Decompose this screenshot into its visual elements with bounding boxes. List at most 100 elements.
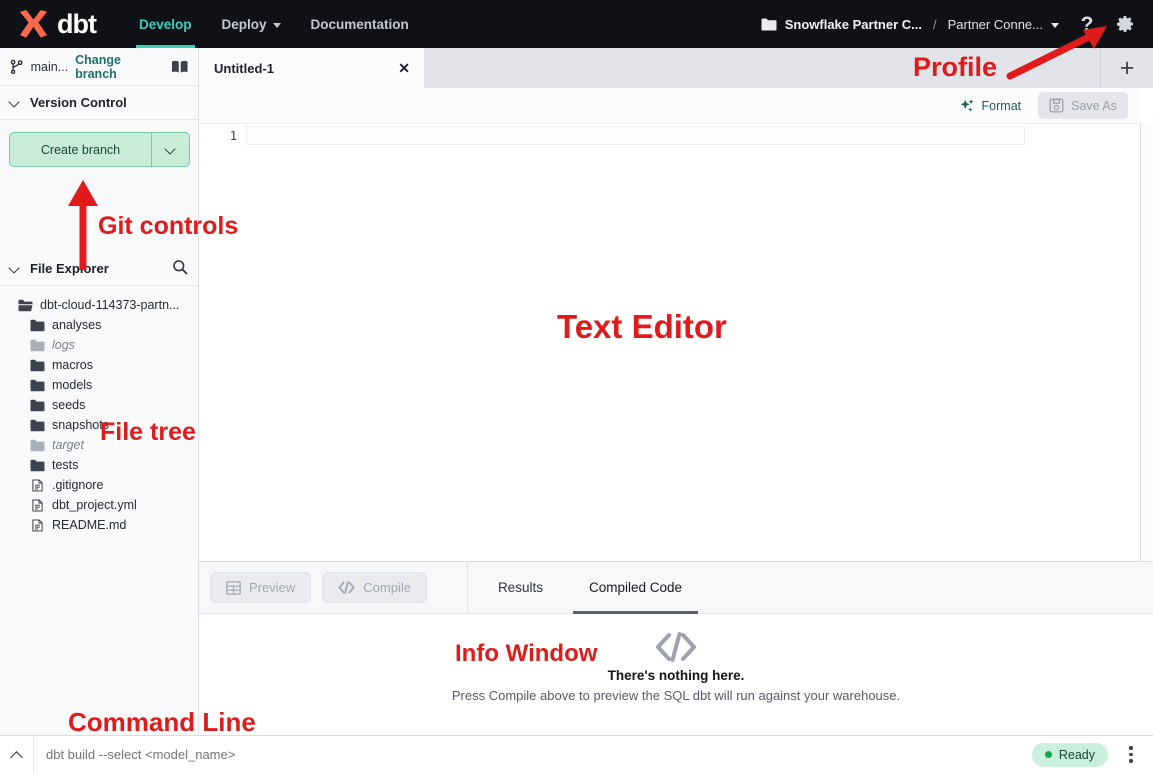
- close-icon[interactable]: ✕: [398, 61, 410, 75]
- code-brackets-icon: [654, 631, 698, 663]
- save-as-button[interactable]: Save As: [1038, 92, 1128, 119]
- project-selector[interactable]: Snowflake Partner C... / Partner Conne..…: [755, 17, 1065, 32]
- file-tree-item-label: models: [52, 378, 92, 392]
- folder-icon: [30, 379, 45, 392]
- folder-icon: [30, 459, 45, 472]
- help-button[interactable]: ?: [1071, 8, 1103, 40]
- command-bar-expand-button[interactable]: [0, 736, 34, 773]
- compile-button[interactable]: Compile: [322, 572, 427, 603]
- kebab-menu-icon: [1129, 746, 1133, 750]
- save-as-label: Save As: [1071, 99, 1117, 113]
- tab-untitled-1[interactable]: Untitled-1 ✕: [199, 48, 424, 88]
- file-tree-item[interactable]: tests: [0, 455, 198, 475]
- branch-name: main...: [31, 60, 69, 74]
- editor-line-content[interactable]: [246, 126, 1025, 145]
- tab-results[interactable]: Results: [482, 562, 559, 614]
- file-tree-item[interactable]: snapshots: [0, 415, 198, 435]
- chevron-down-icon: [10, 97, 21, 108]
- format-button[interactable]: Format: [948, 92, 1033, 119]
- folder-icon: [30, 439, 45, 452]
- book-icon[interactable]: [171, 60, 188, 74]
- file-tree-item[interactable]: README.md: [0, 515, 198, 535]
- file-tree-item-label: README.md: [52, 518, 126, 532]
- search-files-button[interactable]: [172, 259, 188, 278]
- floppy-disk-icon: [1049, 98, 1064, 113]
- file-tree-item[interactable]: analyses: [0, 315, 198, 335]
- file-tree-item[interactable]: macros: [0, 355, 198, 375]
- file-tree-item[interactable]: logs: [0, 335, 198, 355]
- results-panel-tabs: Results Compiled Code: [467, 562, 698, 614]
- table-icon: [226, 581, 241, 595]
- file-icon: [30, 519, 45, 532]
- editor-line[interactable]: 1: [199, 126, 1140, 145]
- file-tree-item-label: target: [52, 438, 84, 452]
- file-tree-item[interactable]: dbt_project.yml: [0, 495, 198, 515]
- top-navigation-bar: dbt Develop Deploy Documentation Snowfla…: [0, 0, 1153, 48]
- results-panel-toolbar: Preview Compile Results Compiled Code: [199, 562, 1153, 614]
- dbt-logo[interactable]: dbt: [17, 9, 96, 39]
- chevron-down-icon: [273, 23, 281, 28]
- search-icon: [172, 259, 188, 275]
- command-input[interactable]: [34, 737, 1032, 773]
- branch-row: main... Change branch: [0, 48, 198, 86]
- file-tree-item-label: tests: [52, 458, 78, 472]
- environment-name: Partner Conne...: [948, 17, 1043, 32]
- editor-tab-bar: Untitled-1 ✕ +: [199, 48, 1153, 88]
- file-tree-item-label: macros: [52, 358, 93, 372]
- file-tree-item[interactable]: models: [0, 375, 198, 395]
- file-tree-item-label: seeds: [52, 398, 85, 412]
- nav-item-documentation-label: Documentation: [311, 17, 409, 32]
- git-branch-icon: [10, 59, 24, 75]
- chevron-up-icon: [11, 750, 23, 759]
- file-tree-item[interactable]: target: [0, 435, 198, 455]
- dbt-x-logo-icon: [17, 9, 50, 39]
- settings-button[interactable]: [1109, 8, 1141, 40]
- nav-item-deploy-label: Deploy: [222, 17, 267, 32]
- change-branch-button[interactable]: Change branch: [75, 53, 163, 81]
- status-dot-icon: [1045, 751, 1052, 758]
- chevron-down-icon: [165, 145, 176, 154]
- tab-results-label: Results: [498, 580, 543, 595]
- folder-icon: [30, 339, 45, 352]
- project-name: Snowflake Partner C...: [785, 17, 922, 32]
- plus-icon: +: [1120, 56, 1135, 81]
- new-tab-button[interactable]: +: [1100, 48, 1153, 88]
- line-number: 1: [199, 129, 246, 143]
- file-tree-item[interactable]: .gitignore: [0, 475, 198, 495]
- nav-item-deploy[interactable]: Deploy: [207, 0, 296, 48]
- file-tree-item-label: dbt_project.yml: [52, 498, 137, 512]
- left-sidebar: main... Change branch Version Control Cr…: [0, 48, 199, 773]
- version-control-header[interactable]: Version Control: [0, 86, 198, 120]
- results-empty-state: There's nothing here. Press Compile abov…: [199, 614, 1153, 735]
- chevron-down-icon: [1051, 23, 1059, 28]
- create-branch-button[interactable]: Create branch: [9, 132, 190, 167]
- status-badge: Ready: [1032, 743, 1108, 767]
- create-branch-dropdown-toggle[interactable]: [152, 133, 189, 166]
- kebab-menu-icon: [1129, 759, 1133, 763]
- file-icon: [30, 479, 45, 492]
- editor-minimap-rail[interactable]: [1140, 123, 1153, 561]
- folder-icon: [30, 419, 45, 432]
- code-editor[interactable]: 1: [199, 123, 1140, 561]
- command-bar-overflow-button[interactable]: [1118, 740, 1144, 770]
- file-tree-item[interactable]: dbt-cloud-114373-partn...: [0, 295, 198, 315]
- nav-item-develop[interactable]: Develop: [124, 0, 207, 48]
- command-bar: Ready: [0, 735, 1153, 773]
- create-branch-label: Create branch: [10, 133, 152, 166]
- status-label: Ready: [1059, 748, 1095, 762]
- file-explorer-title: File Explorer: [30, 261, 109, 276]
- nav-item-documentation[interactable]: Documentation: [296, 0, 424, 48]
- tab-compiled-code[interactable]: Compiled Code: [573, 562, 698, 614]
- chevron-down-icon: [10, 263, 21, 274]
- compile-label: Compile: [363, 580, 411, 595]
- results-panel: Preview Compile Results Compiled Code: [199, 561, 1153, 735]
- file-tree-item[interactable]: seeds: [0, 395, 198, 415]
- file-explorer-header[interactable]: File Explorer: [0, 252, 198, 286]
- version-control-body: Create branch: [0, 120, 198, 252]
- file-tree: dbt-cloud-114373-partn...analyseslogs mac…: [0, 286, 198, 535]
- code-brackets-icon: [338, 581, 355, 594]
- tab-compiled-code-label: Compiled Code: [589, 580, 682, 595]
- gear-icon: [1115, 14, 1135, 34]
- dbt-logo-text: dbt: [57, 11, 96, 38]
- preview-button[interactable]: Preview: [210, 572, 311, 603]
